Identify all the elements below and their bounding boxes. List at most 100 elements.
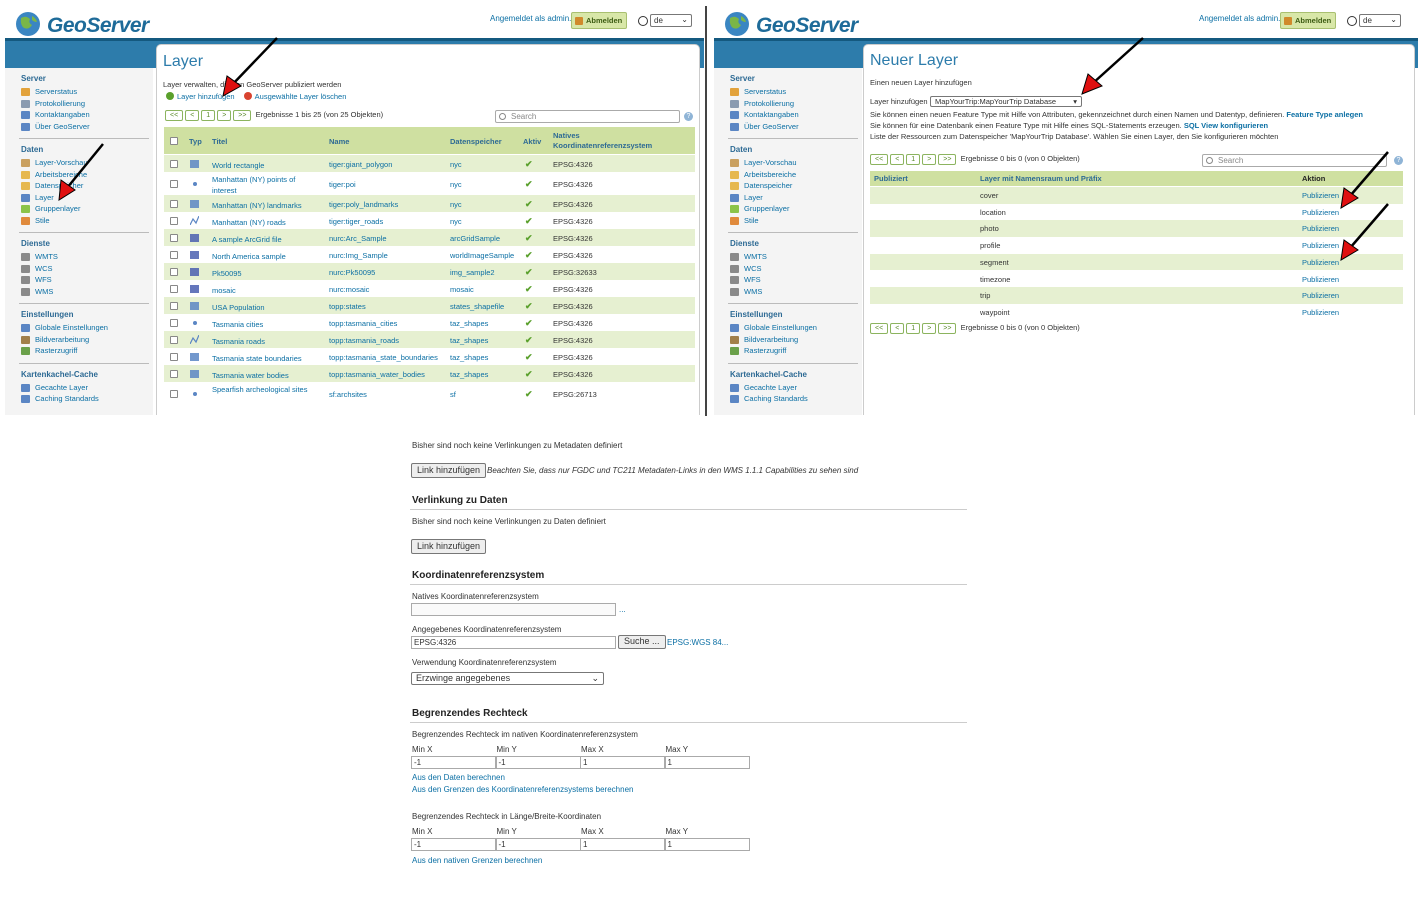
table-row[interactable]: USA Population topp:states states_shapefil… <box>164 297 695 314</box>
sidebar-item-layer-vorschau[interactable]: Layer-Vorschau <box>21 158 153 170</box>
table-row[interactable]: waypoint Publizieren <box>870 304 1403 321</box>
sidebar-item-bildverarbeitung[interactable]: Bildverarbeitung <box>730 335 862 347</box>
help-icon[interactable]: ? <box>684 112 693 121</box>
layer-title-link[interactable]: Tasmania state boundaries <box>212 353 312 364</box>
sidebar-item-wms[interactable]: WMS <box>730 287 862 299</box>
publish-link[interactable]: Publizieren <box>1302 275 1339 284</box>
table-row[interactable]: Manhattan (NY) landmarks tiger:poly_landm… <box>164 195 695 212</box>
store-link[interactable]: taz_shapes <box>450 319 488 328</box>
row-checkbox[interactable] <box>170 217 178 225</box>
pager-next-button[interactable]: > <box>922 323 937 334</box>
add-layer-link[interactable]: Layer hinzufügen <box>166 92 235 101</box>
col-published[interactable]: Publiziert <box>874 174 908 183</box>
pager-page-button[interactable]: 1 <box>201 110 216 121</box>
table-row[interactable]: Manhattan (NY) points of interest tiger:p… <box>164 172 695 195</box>
row-checkbox[interactable] <box>170 302 178 310</box>
sidebar-item-kontaktangaben[interactable]: Kontaktangaben <box>730 110 862 122</box>
pager-page-button[interactable]: 1 <box>906 154 921 165</box>
add-metadata-link-button[interactable]: Link hinzufügen <box>411 463 487 478</box>
table-row[interactable]: Manhattan (NY) roads tiger:tiger_roads nyc… <box>164 212 695 229</box>
bbox-min-x-input[interactable]: -1 <box>411 838 496 851</box>
bbox-min-x-input[interactable]: -1 <box>411 756 496 769</box>
col-title[interactable]: Titel <box>212 137 227 146</box>
layer-title-link[interactable]: mosaic <box>212 285 312 296</box>
bbox-max-x-input[interactable]: 1 <box>580 838 665 851</box>
col-native-srs[interactable]: Natives Koordinatenreferenzsystem <box>553 131 673 151</box>
layer-name-link[interactable]: topp:tasmania_cities <box>329 319 397 328</box>
bbox-max-x-input[interactable]: 1 <box>580 756 665 769</box>
table-row[interactable]: cover Publizieren <box>870 187 1403 204</box>
bbox-max-y-input[interactable]: 1 <box>664 756 750 769</box>
sidebar-item-layer[interactable]: Layer <box>730 193 862 205</box>
table-row[interactable]: trip Publizieren <box>870 287 1403 304</box>
store-link[interactable]: nyc <box>450 200 462 209</box>
delete-selected-link[interactable]: Ausgewählte Layer löschen <box>243 92 346 101</box>
publish-link[interactable]: Publizieren <box>1302 208 1339 217</box>
row-checkbox[interactable] <box>170 251 178 259</box>
pager-first-button[interactable]: << <box>870 154 889 165</box>
sidebar-item-caching-standards[interactable]: Caching Standards <box>21 394 153 406</box>
bbox-min-y-input[interactable]: -1 <box>495 838 581 851</box>
row-checkbox[interactable] <box>170 234 178 242</box>
create-feature-type-link[interactable]: Feature Type anlegen <box>1286 110 1363 119</box>
sidebar-item-über-geoserver[interactable]: Über GeoServer <box>730 122 862 134</box>
layer-title-link[interactable]: USA Population <box>212 302 312 313</box>
bbox-max-y-input[interactable]: 1 <box>664 838 750 851</box>
col-layer-name[interactable]: Layer mit Namensraum und Präfix <box>980 174 1102 183</box>
sidebar-item-globale-einstellungen[interactable]: Globale Einstellungen <box>21 323 153 335</box>
store-link[interactable]: arcGridSample <box>450 234 500 243</box>
sidebar-item-gecachte-layer[interactable]: Gecachte Layer <box>21 383 153 395</box>
language-select[interactable]: de ⌄ <box>650 14 692 27</box>
logout-button[interactable]: Abmelden <box>571 12 628 29</box>
layer-name-link[interactable]: tiger:giant_polygon <box>329 160 392 169</box>
table-row[interactable]: Tasmania roads topp:tasmania_roads taz_sha… <box>164 331 695 348</box>
layer-name-link[interactable]: topp:tasmania_state_boundaries <box>329 353 438 362</box>
sidebar-item-layer[interactable]: Layer <box>21 193 153 205</box>
table-row[interactable]: profile Publizieren <box>870 237 1403 254</box>
publish-link[interactable]: Publizieren <box>1302 291 1339 300</box>
sidebar-item-über-geoserver[interactable]: Über GeoServer <box>21 122 153 134</box>
select-all-checkbox[interactable] <box>170 137 178 145</box>
sidebar-item-wcs[interactable]: WCS <box>730 264 862 276</box>
store-link[interactable]: nyc <box>450 180 462 189</box>
layer-title-link[interactable]: World rectangle <box>212 160 312 171</box>
language-select[interactable]: de ⌄ <box>1359 14 1401 27</box>
layer-title-link[interactable]: Tasmania cities <box>212 319 312 330</box>
layer-name-link[interactable]: topp:tasmania_water_bodies <box>329 370 425 379</box>
row-checkbox[interactable] <box>170 319 178 327</box>
store-link[interactable]: states_shapefile <box>450 302 504 311</box>
store-select[interactable]: MapYourTrip:MapYourTrip Database ▾ <box>930 96 1082 107</box>
sidebar-item-rasterzugriff[interactable]: Rasterzugriff <box>730 346 862 358</box>
layer-title-link[interactable]: Manhattan (NY) points of interest <box>212 174 312 196</box>
help-icon[interactable]: ? <box>1394 156 1403 165</box>
table-row[interactable]: timezone Publizieren <box>870 271 1403 288</box>
configure-sql-view-link[interactable]: SQL View konfigurieren <box>1184 121 1268 130</box>
col-action[interactable]: Aktion <box>1302 174 1325 183</box>
table-row[interactable]: Spearfish archeological sites sf:archsite… <box>164 382 695 405</box>
native-crs-input[interactable] <box>411 603 616 616</box>
store-link[interactable]: taz_shapes <box>450 370 488 379</box>
sidebar-item-wms[interactable]: WMS <box>21 287 153 299</box>
srs-handling-select[interactable]: Erzwinge angegebenes ⌄ <box>411 672 604 685</box>
publish-link[interactable]: Publizieren <box>1302 224 1339 233</box>
sidebar-item-wmts[interactable]: WMTS <box>21 252 153 264</box>
pager-next-button[interactable]: > <box>217 110 232 121</box>
col-store[interactable]: Datenspeicher <box>450 137 502 146</box>
search-input[interactable]: Search <box>495 110 680 123</box>
find-crs-button[interactable]: Suche ... <box>618 635 666 649</box>
sidebar-item-protokollierung[interactable]: Protokollierung <box>21 99 153 111</box>
table-row[interactable]: Tasmania water bodies topp:tasmania_water… <box>164 365 695 382</box>
pager-last-button[interactable]: >> <box>233 110 252 121</box>
layer-title-link[interactable]: Spearfish archeological sites <box>212 384 312 395</box>
sidebar-item-datenspeicher[interactable]: Datenspeicher <box>21 181 153 193</box>
table-row[interactable]: photo Publizieren <box>870 220 1403 238</box>
layer-name-link[interactable]: tiger:poi <box>329 180 356 189</box>
store-link[interactable]: worldImageSample <box>450 251 514 260</box>
publish-link[interactable]: Publizieren <box>1302 308 1339 317</box>
store-link[interactable]: img_sample2 <box>450 268 495 277</box>
sidebar-item-wmts[interactable]: WMTS <box>730 252 862 264</box>
pager-prev-button[interactable]: < <box>185 110 200 121</box>
declared-crs-input[interactable]: EPSG:4326 <box>411 636 616 649</box>
sidebar-item-gruppenlayer[interactable]: Gruppenlayer <box>730 204 862 216</box>
layer-name-link[interactable]: topp:states <box>329 302 366 311</box>
